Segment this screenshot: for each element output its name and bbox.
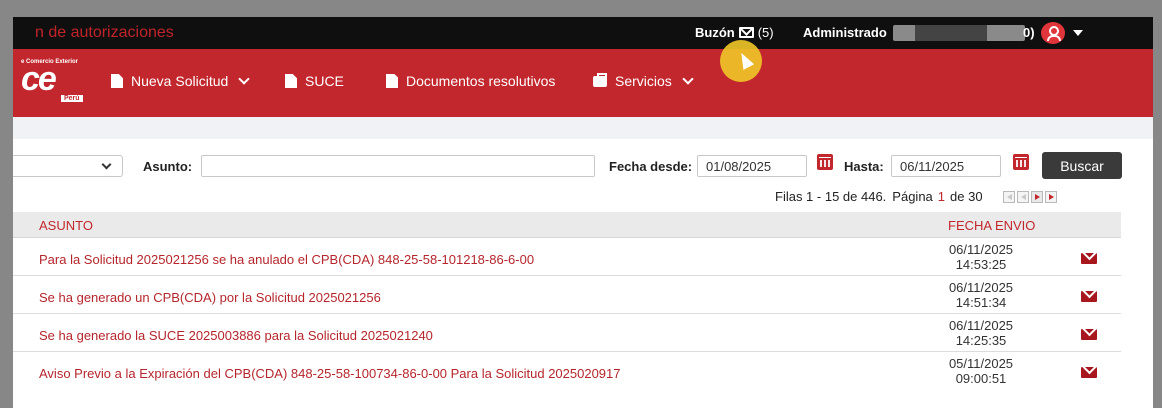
next-page-icon[interactable] [1030, 190, 1043, 203]
pagination: Filas 1 - 15 de 446. Página 1 de 30 [775, 189, 1057, 204]
document-sign-icon [386, 74, 398, 88]
vuce-logo[interactable]: e Comercio Exterior ce Perú [13, 49, 93, 117]
row-date: 05/11/2025 09:00:51 [933, 356, 1029, 386]
row-date: 06/11/2025 14:53:25 [933, 242, 1029, 272]
table-row[interactable]: Se ha generado un CPB(CDA) por la Solici… [13, 277, 1121, 314]
fecha-hasta-input[interactable]: 06/11/2025 [891, 155, 1001, 177]
chevron-down-icon [238, 72, 250, 85]
page-total: de 30 [950, 189, 983, 204]
screenshot-frame: n de autorizaciones Buzón (5) Administra… [0, 0, 1162, 408]
asunto-input[interactable] [201, 155, 595, 177]
user-avatar-icon[interactable] [1041, 22, 1065, 44]
logo-country: Perú [61, 95, 83, 102]
row-subject-link[interactable]: Aviso Previo a la Expiración del CPB(CDA… [39, 366, 621, 381]
nav-documentos-resolutivos[interactable]: Documentos resolutivos [386, 73, 555, 89]
row-date: 06/11/2025 14:25:35 [933, 318, 1029, 348]
briefcase-icon [593, 72, 607, 87]
row-date-time: 14:53:25 [955, 257, 1007, 272]
current-page: 1 [937, 189, 946, 204]
chevron-down-icon [101, 159, 112, 170]
envelope-icon[interactable] [1081, 329, 1097, 340]
app-title: n de autorizaciones [35, 24, 174, 41]
search-filters: Asunto: Fecha desde: 01/08/2025 Hasta: 0… [13, 151, 1153, 181]
buscar-button[interactable]: Buscar [1042, 152, 1122, 179]
browser-viewport: n de autorizaciones Buzón (5) Administra… [13, 17, 1153, 408]
row-date-day: 06/11/2025 [948, 242, 1014, 257]
chevron-down-icon [682, 72, 694, 85]
row-date-time: 14:25:35 [955, 333, 1007, 348]
admin-label: Administrado [803, 25, 887, 40]
hasta-label: Hasta: [844, 159, 884, 174]
nav-suce[interactable]: SUCE [285, 73, 344, 89]
prev-page-icon[interactable] [1016, 190, 1029, 203]
row-date-day: 05/11/2025 [948, 356, 1014, 371]
pagination-buttons [1002, 190, 1057, 203]
nav-nueva-solicitud[interactable]: Nueva Solicitud [111, 72, 250, 89]
column-header-asunto[interactable]: ASUNTO [39, 218, 93, 233]
row-subject-link[interactable]: Para la Solicitud 2025021256 se ha anula… [39, 252, 534, 267]
redacted-username [893, 25, 1025, 41]
column-header-fecha-envio[interactable]: FECHA ENVIO [948, 218, 1035, 233]
nav-item-label: Servicios [615, 73, 672, 89]
envelope-icon[interactable] [1081, 291, 1097, 302]
calendar-icon[interactable] [817, 154, 833, 170]
page-label: Página [892, 189, 933, 204]
fecha-desde-label: Fecha desde: [609, 159, 693, 174]
asunto-label: Asunto: [143, 159, 193, 174]
table-row[interactable]: Aviso Previo a la Expiración del CPB(CDA… [13, 353, 1121, 390]
user-menu-caret-icon[interactable] [1073, 30, 1083, 36]
row-subject-link[interactable]: Se ha generado la SUCE 2025003886 para l… [39, 328, 433, 343]
type-select[interactable] [13, 155, 123, 177]
table-header: ASUNTO FECHA ENVIO [13, 212, 1121, 238]
mailbox-label: Buzón [695, 25, 735, 40]
calendar-icon[interactable] [1013, 154, 1029, 170]
subheader-band [13, 117, 1153, 139]
row-date: 06/11/2025 14:51:34 [933, 280, 1029, 310]
row-subject-link[interactable]: Se ha generado un CPB(CDA) por la Solici… [39, 290, 381, 305]
last-page-icon[interactable] [1044, 190, 1057, 203]
nav-item-label: Documentos resolutivos [406, 73, 556, 89]
nav-servicios[interactable]: Servicios [593, 72, 694, 89]
rows-summary: Filas 1 - 15 de 446. [775, 189, 887, 204]
row-date-day: 06/11/2025 [948, 318, 1014, 333]
row-date-time: 09:00:51 [955, 371, 1007, 386]
admin-label-tail: 0) [1023, 25, 1035, 40]
table-row[interactable]: Para la Solicitud 2025021256 se ha anula… [13, 239, 1121, 276]
nav-item-label: Nueva Solicitud [131, 73, 229, 89]
envelope-icon[interactable] [1081, 367, 1097, 378]
row-date-day: 06/11/2025 [948, 280, 1014, 295]
table-row[interactable]: Se ha generado la SUCE 2025003886 para l… [13, 315, 1121, 352]
logo-text: ce [21, 60, 57, 98]
document-icon [111, 74, 123, 88]
row-date-time: 14:51:34 [955, 295, 1007, 310]
envelope-icon[interactable] [1081, 253, 1097, 264]
first-page-icon[interactable] [1002, 190, 1015, 203]
envelope-icon [738, 27, 754, 38]
top-bar: n de autorizaciones Buzón (5) Administra… [13, 17, 1153, 49]
document-icon [285, 74, 297, 88]
main-navbar: e Comercio Exterior ce Perú Nueva Solici… [13, 49, 1153, 117]
mailbox-link[interactable]: Buzón (5) [695, 25, 774, 40]
fecha-desde-input[interactable]: 01/08/2025 [697, 155, 807, 177]
nav-item-label: SUCE [305, 73, 344, 89]
mailbox-count: (5) [757, 25, 774, 40]
